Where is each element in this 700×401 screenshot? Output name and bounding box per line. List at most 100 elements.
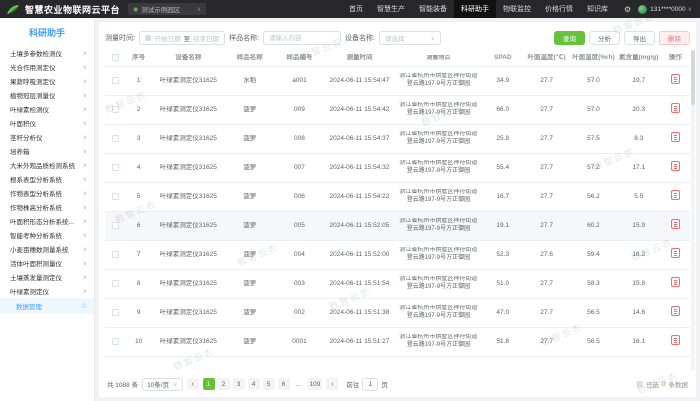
sidebar-item-label: 叶绿素测定仪 — [10, 286, 49, 296]
date-range-picker[interactable]: ▦ 开始日期 至 结束日期 — [139, 31, 225, 45]
table-cell: 25.8 — [482, 135, 523, 143]
topnav-item-价格行情[interactable]: 价格行情 — [538, 0, 580, 18]
sidebar-item-label: 植物冠层测量仪 — [10, 90, 56, 100]
row-checkbox[interactable] — [112, 164, 119, 171]
avatar[interactable] — [638, 5, 647, 14]
sidebar-item[interactable]: 叶绿素检测仪∨ — [0, 102, 94, 116]
table-cell: 19.1 — [482, 222, 523, 230]
table-cell: 2 — [125, 106, 151, 114]
device-select[interactable]: 请选择 ∨ — [379, 31, 441, 45]
sidebar-item[interactable]: 智能考种分析系统∨ — [0, 228, 94, 242]
sidebar-item[interactable]: 叶面积形态分析系统...∨ — [0, 214, 94, 228]
row-checkbox[interactable] — [112, 77, 119, 84]
table-cell: 叶绿素测定仪31625 — [152, 135, 225, 143]
table-cell: 浙江省杭州市拱墅区祥符街道登云路197-9号方正御园 — [395, 102, 483, 118]
gear-icon[interactable]: ⚙ — [624, 5, 631, 14]
table-cell: 菠萝 — [225, 280, 275, 288]
table-cell: 27.7 — [523, 338, 570, 346]
topnav-item-首页[interactable]: 首页 — [342, 0, 370, 18]
table-cell: 55.4 — [482, 164, 523, 172]
next-page-button[interactable]: › — [326, 378, 338, 390]
sidebar-item[interactable]: 叶面积仪∨ — [0, 116, 94, 130]
chevron-down-icon: ∨ — [83, 246, 87, 253]
sidebar-item[interactable]: 茎秆分析仪∨ — [0, 130, 94, 144]
report-icon[interactable] — [671, 74, 680, 84]
report-icon[interactable] — [671, 306, 680, 316]
table-cell: 005 — [275, 222, 325, 230]
sidebar-item[interactable]: 培养箱∨ — [0, 144, 94, 158]
report-icon[interactable] — [671, 219, 680, 229]
search-button[interactable]: 查询 — [554, 31, 585, 45]
sidebar-item[interactable]: 土壤蒸发量测定仪∨ — [0, 270, 94, 284]
sidebar-item[interactable]: 果蔬呼吸测定仪∨ — [0, 74, 94, 88]
chevron-down-icon: ∨ — [83, 232, 87, 239]
scrollbar[interactable] — [691, 50, 695, 371]
page-button-109[interactable]: 109 — [308, 378, 323, 390]
table-row: 4叶绿素测定仪31625菠萝0072024-06-11 15:54:32浙江省杭… — [105, 154, 690, 183]
table-cell: 7 — [125, 251, 151, 259]
row-checkbox[interactable] — [112, 193, 119, 200]
date-start-input[interactable]: 开始日期 — [155, 33, 181, 43]
sidebar-item[interactable]: 活体叶面积测量仪∨ — [0, 256, 94, 270]
chevron-down-icon: ∨ — [83, 92, 87, 99]
sidebar-item-label: 作物株高分析系统 — [10, 202, 62, 212]
sidebar-item[interactable]: 作物表型分析系统∨ — [0, 186, 94, 200]
export-button[interactable]: 导出 — [624, 31, 655, 45]
table-cell: 8 — [125, 280, 151, 288]
report-icon[interactable] — [671, 248, 680, 258]
report-icon[interactable] — [671, 132, 680, 142]
star-icon[interactable]: ☆ — [81, 302, 87, 310]
sample-name-input[interactable] — [263, 31, 341, 45]
report-icon[interactable] — [671, 277, 680, 287]
page-button-6[interactable]: 6 — [278, 378, 290, 390]
row-checkbox[interactable] — [112, 280, 119, 287]
page-button-3[interactable]: 3 — [233, 378, 245, 390]
sidebar-item[interactable]: 土壤多参数检测仪∨ — [0, 46, 94, 60]
sidebar-item-label: 茎秆分析仪 — [10, 132, 43, 142]
content-panel: 测量时间: ▦ 开始日期 至 结束日期 样品名称: 设备名称: 请选择 ∨ 查询… — [99, 22, 696, 397]
report-icon[interactable] — [671, 335, 680, 345]
delete-button[interactable]: 删除 — [659, 31, 690, 45]
row-checkbox[interactable] — [112, 338, 119, 345]
select-all-checkbox[interactable] — [112, 54, 119, 61]
page-button-5[interactable]: 5 — [263, 378, 275, 390]
date-end-input[interactable]: 结束日期 — [193, 33, 219, 43]
goto-page-input[interactable] — [362, 378, 378, 391]
topnav-item-物联监控[interactable]: 物联监控 — [496, 0, 538, 18]
park-selector[interactable]: ◉ 测试示例园区 ∨ — [128, 3, 206, 15]
col-header-nitrogen: 氮含量(mg/g) — [617, 54, 661, 62]
row-checkbox[interactable] — [112, 222, 119, 229]
row-checkbox[interactable] — [112, 106, 119, 113]
sidebar-item[interactable]: 大米外观品质检测系统∨ — [0, 158, 94, 172]
sidebar-item[interactable]: 植物冠层测量仪 ∨ — [0, 88, 94, 102]
page-size-select[interactable]: 10条/页 ∨ — [142, 378, 182, 391]
report-icon[interactable] — [671, 161, 680, 171]
chevron-down-icon: ∨ — [83, 120, 87, 127]
username[interactable]: 131****0000 — [650, 6, 685, 13]
sidebar-item[interactable]: 根系表型分析系统∨ — [0, 172, 94, 186]
topnav-item-智能装备[interactable]: 智能装备 — [412, 0, 454, 18]
sidebar-item[interactable]: 小麦亩穗数测量系统∨ — [0, 242, 94, 256]
page-button-2[interactable]: 2 — [218, 378, 230, 390]
sidebar-subitem-数据管理[interactable]: 数据管理 ☆ — [0, 298, 94, 314]
row-checkbox[interactable] — [112, 309, 119, 316]
topnav-item-智慧生产[interactable]: 智慧生产 — [370, 0, 412, 18]
list-icon: ▤ — [636, 380, 643, 388]
topnav-item-知识库[interactable]: 知识库 — [580, 0, 615, 18]
page-button-4[interactable]: 4 — [248, 378, 260, 390]
row-checkbox[interactable] — [112, 251, 119, 258]
report-icon[interactable] — [671, 103, 680, 113]
report-icon[interactable] — [671, 190, 680, 200]
sidebar-item[interactable]: 光合作用测定仪∨ — [0, 60, 94, 74]
analyze-button[interactable]: 分析 — [589, 31, 620, 45]
page-button-1[interactable]: 1 — [203, 378, 215, 390]
sidebar-item[interactable]: 作物株高分析系统∨ — [0, 200, 94, 214]
table-cell: 52.3 — [482, 251, 523, 259]
table-cell: 56.5 — [570, 338, 617, 346]
prev-page-button[interactable]: ‹ — [187, 378, 199, 390]
table-cell: 60.2 — [570, 222, 617, 230]
sidebar-item[interactable]: 叶绿素测定仪∧ — [0, 284, 94, 298]
sidebar-subitem-label: 数据管理 — [16, 301, 42, 311]
topnav-item-科研助手[interactable]: 科研助手 — [454, 0, 496, 18]
row-checkbox[interactable] — [112, 135, 119, 142]
